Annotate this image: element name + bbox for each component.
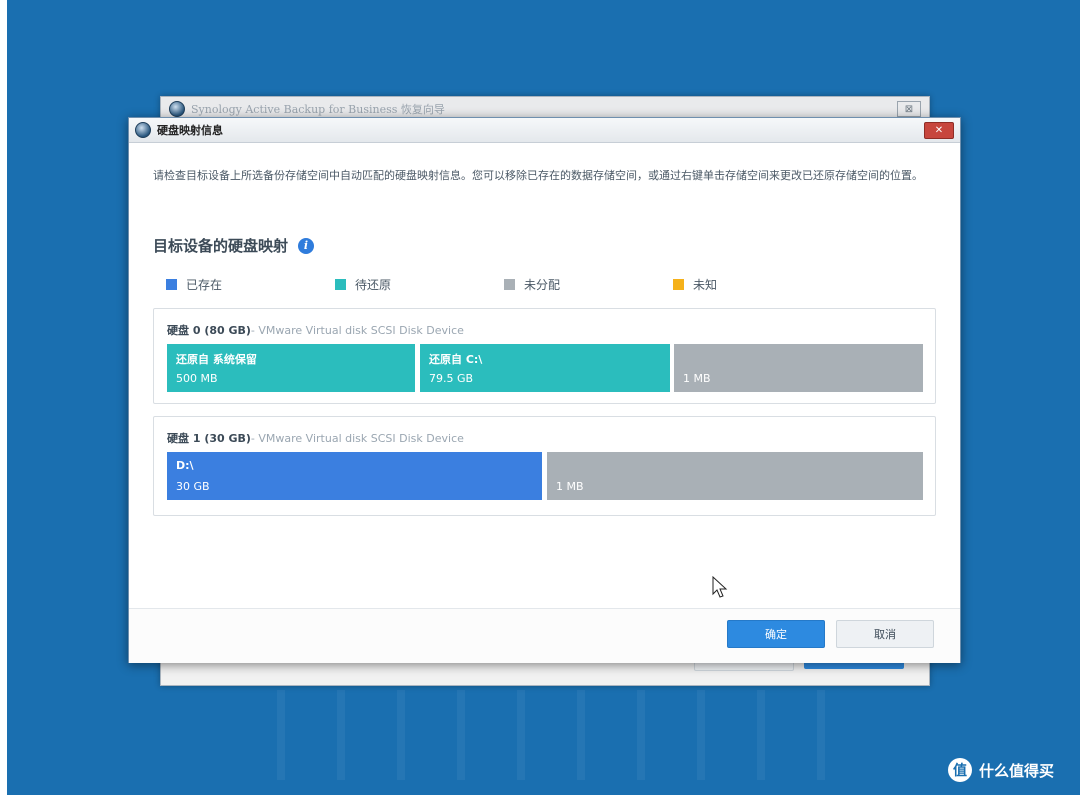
disk-1-name: 硬盘 1 (30 GB) — [167, 432, 251, 445]
disk-0-panel: 硬盘 0 (80 GB)- VMware Virtual disk SCSI D… — [153, 308, 936, 404]
synology-app-icon — [135, 122, 151, 138]
legend-label-existing: 已存在 — [186, 278, 223, 292]
legend-swatch-unknown — [673, 279, 684, 290]
partition-size: 500 MB — [176, 372, 218, 385]
watermark-icon: 值 — [948, 758, 972, 782]
info-icon[interactable]: i — [298, 237, 315, 254]
legend-item-unknown: 未知 — [673, 276, 717, 293]
partition-label: 还原自 系统保留 — [176, 353, 257, 366]
partition-size: 30 GB — [176, 480, 210, 493]
partition-label: 还原自 C:\ — [429, 353, 483, 366]
legend-item-existing: 已存在 — [166, 276, 222, 293]
background-decoration — [277, 690, 917, 780]
dialog-title: 硬盘映射信息 — [157, 124, 223, 137]
partition-label: D:\ — [176, 459, 194, 472]
partition-size: 79.5 GB — [429, 372, 474, 385]
disk-0-name: 硬盘 0 (80 GB) — [167, 324, 251, 337]
legend-item-unallocated: 未分配 — [504, 276, 560, 293]
dialog-description: 请检查目标设备上所选备份存储空间中自动匹配的硬盘映射信息。您可以移除已存在的数据… — [153, 169, 923, 182]
disk-1-model: - VMware Virtual disk SCSI Disk Device — [250, 432, 464, 445]
partition-unallocated[interactable]: 1 MB — [547, 452, 923, 500]
disk-mapping-dialog: 硬盘映射信息 ✕ 请检查目标设备上所选备份存储空间中自动匹配的硬盘映射信息。您可… — [128, 117, 961, 663]
legend-label-unallocated: 未分配 — [524, 278, 561, 292]
section-title-text: 目标设备的硬盘映射 — [153, 237, 289, 255]
disk-0-model: - VMware Virtual disk SCSI Disk Device — [250, 324, 464, 337]
partition-size: 1 MB — [683, 372, 711, 385]
legend-swatch-to-restore — [335, 279, 346, 290]
synology-app-icon — [169, 101, 185, 117]
legend: 已存在 待还原 未分配 未知 — [166, 276, 766, 292]
disk-0-header: 硬盘 0 (80 GB)- VMware Virtual disk SCSI D… — [167, 322, 464, 338]
watermark-logo: 值 什么值得买 — [948, 758, 1054, 782]
disk-1-header: 硬盘 1 (30 GB)- VMware Virtual disk SCSI D… — [167, 430, 464, 446]
legend-swatch-existing — [166, 279, 177, 290]
restore-wizard-close-button[interactable]: ⊠ — [897, 101, 921, 117]
cancel-button[interactable]: 取消 — [836, 620, 934, 648]
dialog-titlebar: 硬盘映射信息 ✕ — [129, 118, 960, 143]
disk-1-panel: 硬盘 1 (30 GB)- VMware Virtual disk SCSI D… — [153, 416, 936, 516]
legend-label-unknown: 未知 — [693, 278, 718, 292]
partition-unallocated[interactable]: 1 MB — [674, 344, 923, 392]
partition-c-drive[interactable]: 还原自 C:\ 79.5 GB — [420, 344, 670, 392]
partition-size: 1 MB — [556, 480, 584, 493]
ok-button[interactable]: 确定 — [727, 620, 825, 648]
legend-label-to-restore: 待还原 — [355, 278, 392, 292]
mouse-cursor-icon — [712, 576, 728, 598]
dialog-footer: 确定 取消 — [129, 608, 960, 663]
restore-wizard-title: Synology Active Backup for Business 恢复向导 — [191, 103, 445, 116]
dialog-close-button[interactable]: ✕ — [924, 121, 954, 139]
partition-system-reserved[interactable]: 还原自 系统保留 500 MB — [167, 344, 415, 392]
watermark-text: 什么值得买 — [979, 761, 1055, 780]
legend-item-to-restore: 待还原 — [335, 276, 391, 293]
section-title: 目标设备的硬盘映射 i — [153, 235, 315, 256]
legend-swatch-unallocated — [504, 279, 515, 290]
partition-d-drive[interactable]: D:\ 30 GB — [167, 452, 542, 500]
